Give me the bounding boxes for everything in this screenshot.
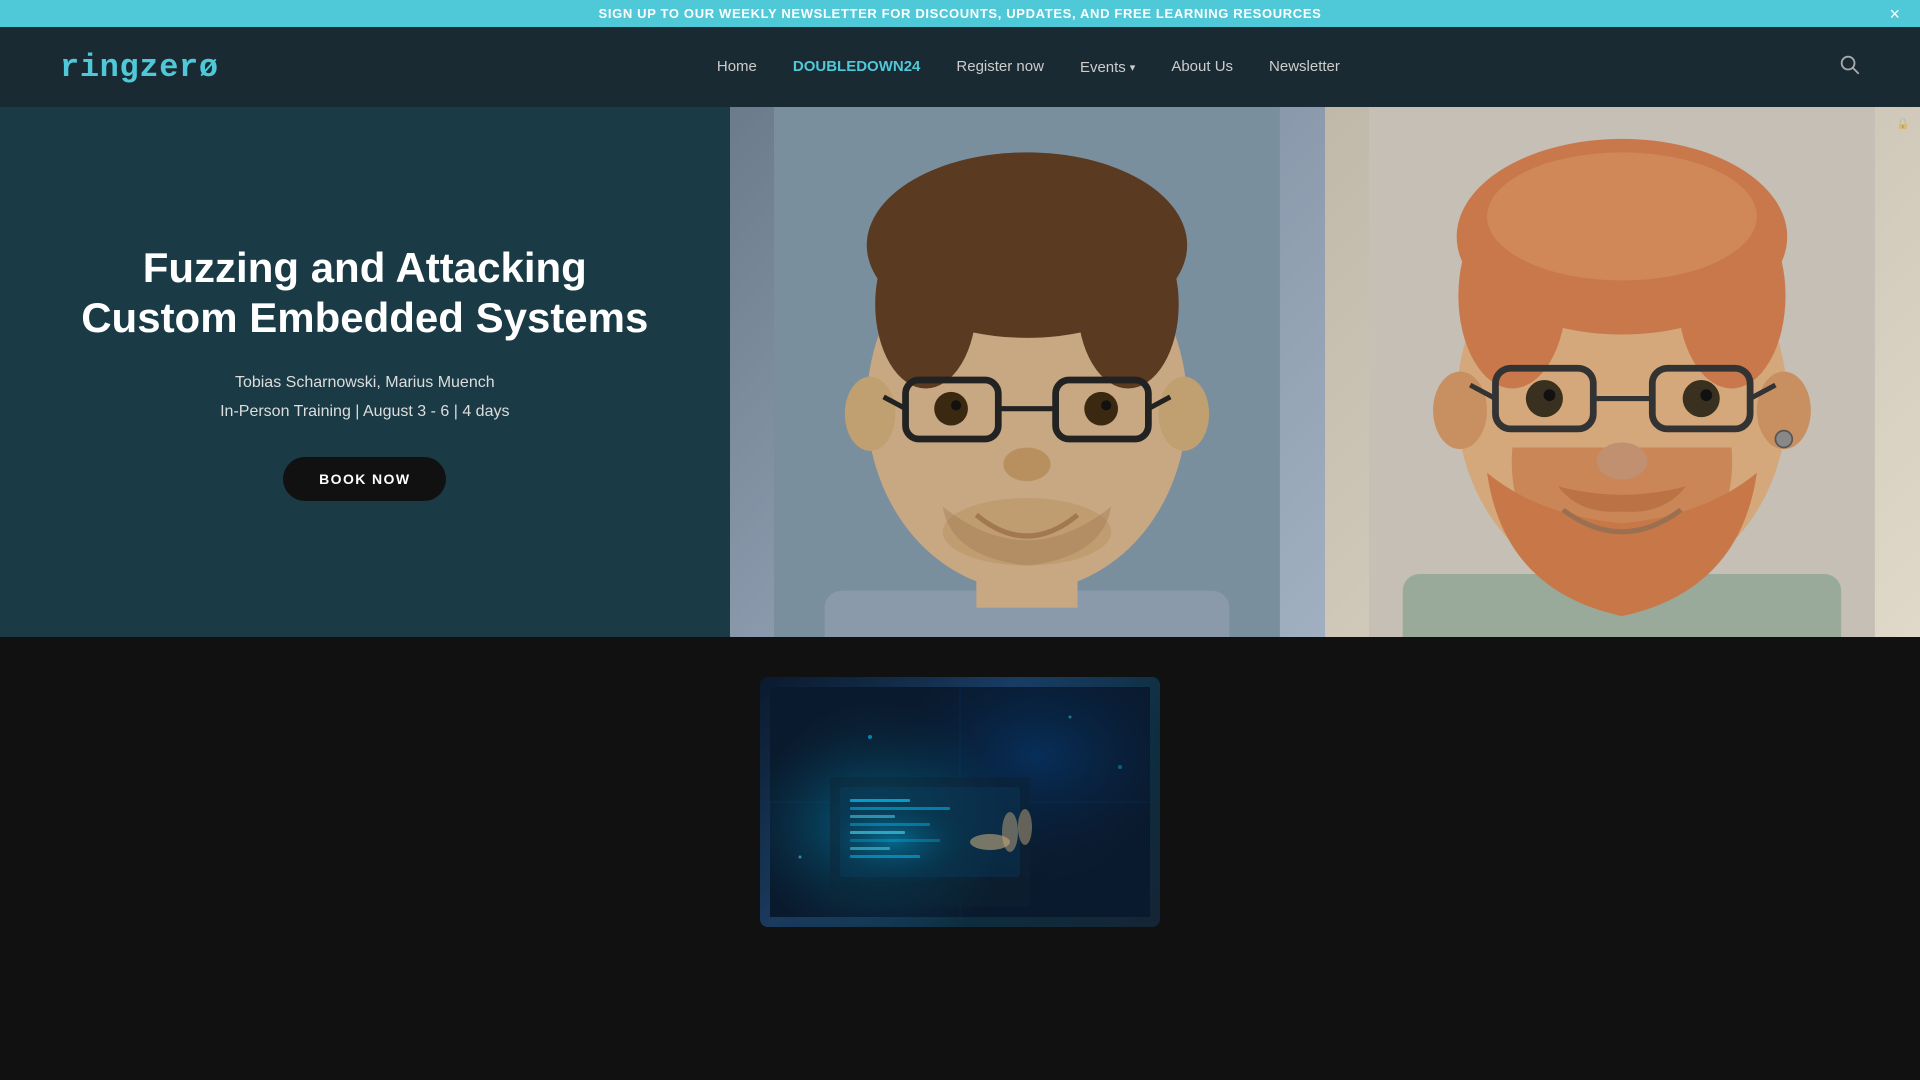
search-icon[interactable]	[1838, 53, 1860, 81]
announcement-banner: SIGN UP TO OUR WEEKLY NEWSLETTER FOR DIS…	[0, 0, 1920, 27]
nav-link-doubledown[interactable]: DOUBLEDOWN24	[793, 58, 921, 75]
nav-item-register[interactable]: Register now	[956, 58, 1044, 76]
banner-close-button[interactable]: ×	[1889, 5, 1900, 23]
site-logo[interactable]: ringzerø	[60, 49, 219, 86]
nav-link-newsletter[interactable]: Newsletter	[1269, 58, 1340, 75]
preview-card-image	[760, 677, 1160, 927]
instructor-photo-right	[1325, 107, 1920, 637]
hero-image: 🔒	[730, 107, 1920, 637]
nav-item-home[interactable]: Home	[717, 58, 757, 76]
navbar: ringzerø Home DOUBLEDOWN24 Register now …	[0, 27, 1920, 107]
below-fold-section	[0, 637, 1920, 927]
book-now-button[interactable]: BOOK NOW	[283, 457, 446, 501]
nav-link-events[interactable]: Events	[1080, 59, 1126, 76]
watermark-icon: 🔒	[1896, 117, 1910, 130]
nav-link-register[interactable]: Register now	[956, 58, 1044, 75]
banner-text: SIGN UP TO OUR WEEKLY NEWSLETTER FOR DIS…	[599, 6, 1322, 21]
nav-link-about[interactable]: About Us	[1171, 58, 1233, 75]
nav-link-home[interactable]: Home	[717, 58, 757, 75]
nav-item-newsletter[interactable]: Newsletter	[1269, 58, 1340, 76]
hero-title: Fuzzing and Attacking Custom Embedded Sy…	[60, 243, 670, 344]
nav-item-doubledown[interactable]: DOUBLEDOWN24	[793, 58, 921, 76]
preview-card	[760, 677, 1160, 927]
hero-content: Fuzzing and Attacking Custom Embedded Sy…	[0, 107, 730, 637]
events-chevron-icon: ▾	[1130, 61, 1136, 74]
nav-menu: Home DOUBLEDOWN24 Register now Events ▾ …	[717, 58, 1340, 76]
instructor-photo-left	[730, 107, 1325, 637]
hero-instructors: Tobias Scharnowski, Marius Muench	[235, 371, 495, 395]
hero-details: In-Person Training | August 3 - 6 | 4 da…	[220, 403, 509, 421]
nav-item-events[interactable]: Events ▾	[1080, 59, 1135, 76]
nav-item-about[interactable]: About Us	[1171, 58, 1233, 76]
hero-section: Fuzzing and Attacking Custom Embedded Sy…	[0, 107, 1920, 637]
